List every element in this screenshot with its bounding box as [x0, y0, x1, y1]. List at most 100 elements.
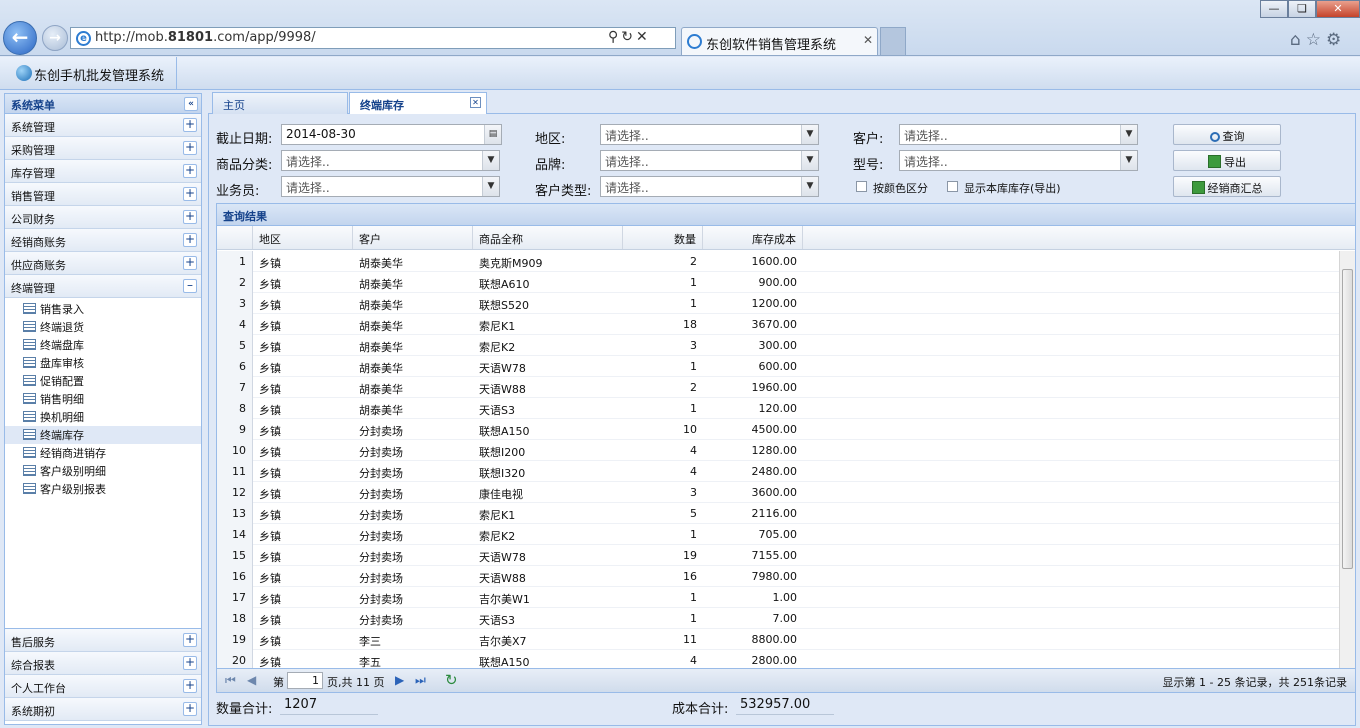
favorites-star-icon[interactable]: ☆ [1306, 30, 1326, 50]
expand-plus-icon[interactable]: + [183, 256, 197, 270]
expand-plus-icon[interactable]: + [183, 633, 197, 647]
column-header[interactable]: 商品全称 [473, 226, 623, 249]
date-field[interactable]: 2014-08-30 ▤ [281, 124, 502, 145]
first-page-icon[interactable]: ⏮ [225, 673, 236, 688]
table-row[interactable]: 19 乡镇 李三 吉尔美X7 11 8800.00 [217, 629, 1341, 650]
sidebar-subitem[interactable]: 盘库审核 [5, 354, 201, 372]
close-window-icon[interactable]: ✕ [1316, 0, 1360, 18]
sidebar-subitem[interactable]: 客户级别明细 [5, 462, 201, 480]
sidebar-subitem[interactable]: 经销商进销存 [5, 444, 201, 462]
table-row[interactable]: 9 乡镇 分封卖场 联想A150 10 4500.00 [217, 419, 1341, 440]
expand-plus-icon[interactable]: + [183, 118, 197, 132]
table-row[interactable]: 3 乡镇 胡泰美华 联想S520 1 1200.00 [217, 293, 1341, 314]
minimize-icon[interactable]: — [1260, 0, 1288, 18]
collapse-sidebar-icon[interactable]: « [184, 97, 198, 111]
scroll-thumb[interactable] [1342, 269, 1353, 569]
query-button[interactable]: 查询 [1173, 124, 1281, 145]
column-header[interactable]: 客户 [353, 226, 473, 249]
vertical-scrollbar[interactable] [1339, 251, 1355, 670]
sidebar-subitem[interactable]: 终端盘库 [5, 336, 201, 354]
table-row[interactable]: 15 乡镇 分封卖场 天语W78 19 7155.00 [217, 545, 1341, 566]
customer-select[interactable]: 请选择.. ▼ [899, 124, 1138, 145]
chevron-down-icon[interactable]: ▼ [801, 125, 818, 144]
table-row[interactable]: 6 乡镇 胡泰美华 天语W78 1 600.00 [217, 356, 1341, 377]
sidebar-group[interactable]: 个人工作台 + [5, 675, 201, 698]
table-row[interactable]: 4 乡镇 胡泰美华 索尼K1 18 3670.00 [217, 314, 1341, 335]
expand-plus-icon[interactable]: + [183, 233, 197, 247]
stop-icon[interactable]: ✕ [636, 29, 651, 45]
table-row[interactable]: 5 乡镇 胡泰美华 索尼K2 3 300.00 [217, 335, 1341, 356]
expand-plus-icon[interactable]: + [183, 679, 197, 693]
column-header[interactable]: 数量 [623, 226, 703, 249]
model-select[interactable]: 请选择.. ▼ [899, 150, 1138, 171]
sidebar-group[interactable]: 库存管理 + [5, 160, 201, 183]
refresh-icon[interactable]: ↻ [621, 29, 636, 45]
table-row[interactable]: 7 乡镇 胡泰美华 天语W88 2 1960.00 [217, 377, 1341, 398]
table-row[interactable]: 18 乡镇 分封卖场 天语S3 1 7.00 [217, 608, 1341, 629]
sidebar-group[interactable]: 售后服务 + [5, 629, 201, 652]
sidebar-subitem[interactable]: 销售录入 [5, 300, 201, 318]
sidebar-group[interactable]: 公司财务 + [5, 206, 201, 229]
home-icon[interactable]: ⌂ [1290, 30, 1306, 50]
customer-type-select[interactable]: 请选择.. ▼ [600, 176, 819, 197]
table-row[interactable]: 2 乡镇 胡泰美华 联想A610 1 900.00 [217, 272, 1341, 293]
table-row[interactable]: 12 乡镇 分封卖场 康佳电视 3 3600.00 [217, 482, 1341, 503]
close-tab-icon[interactable]: ✕ [470, 97, 481, 108]
sidebar-group[interactable]: 综合报表 + [5, 652, 201, 675]
column-header[interactable]: 地区 [253, 226, 353, 249]
close-tab-icon[interactable]: ✕ [863, 33, 873, 47]
column-header[interactable]: 库存成本 [703, 226, 803, 249]
last-page-icon[interactable]: ⏭ [415, 673, 426, 688]
browser-tab-active[interactable]: 东创软件销售管理系统 ✕ [681, 27, 878, 55]
table-row[interactable]: 14 乡镇 分封卖场 索尼K2 1 705.00 [217, 524, 1341, 545]
page-input[interactable]: 1 [287, 672, 323, 689]
prev-page-icon[interactable]: ◀ [247, 673, 256, 687]
brand-select[interactable]: 请选择.. ▼ [600, 150, 819, 171]
chevron-down-icon[interactable]: ▼ [1120, 151, 1137, 170]
tab-terminal-stock[interactable]: 终端库存 ✕ [349, 92, 487, 114]
back-arrow-icon[interactable]: ← [3, 21, 37, 55]
region-select[interactable]: 请选择.. ▼ [600, 124, 819, 145]
sidebar-group-expanded[interactable]: 终端管理 – [5, 275, 201, 298]
chevron-down-icon[interactable]: ▼ [482, 151, 499, 170]
sidebar-subitem-selected[interactable]: 终端库存 [5, 426, 201, 444]
sidebar-group[interactable]: 供应商账务 + [5, 252, 201, 275]
chevron-down-icon[interactable]: ▼ [801, 151, 818, 170]
salesman-select[interactable]: 请选择.. ▼ [281, 176, 500, 197]
address-controls[interactable]: ⚲↻✕ [608, 29, 651, 45]
color-checkbox[interactable] [856, 181, 867, 192]
expand-plus-icon[interactable]: + [183, 210, 197, 224]
calendar-icon[interactable]: ▤ [484, 125, 501, 144]
table-row[interactable]: 8 乡镇 胡泰美华 天语S3 1 120.00 [217, 398, 1341, 419]
settings-gear-icon[interactable]: ⚙ [1326, 30, 1346, 50]
sidebar-group[interactable]: 销售管理 + [5, 183, 201, 206]
table-row[interactable]: 11 乡镇 分封卖场 联想I320 4 2480.00 [217, 461, 1341, 482]
sidebar-group[interactable]: 系统管理 + [5, 114, 201, 137]
expand-plus-icon[interactable]: + [183, 187, 197, 201]
sidebar-subitem[interactable]: 销售明细 [5, 390, 201, 408]
sidebar-group[interactable]: 系统期初 + [5, 698, 201, 721]
sidebar-subitem[interactable]: 促销配置 [5, 372, 201, 390]
search-icon[interactable]: ⚲ [608, 29, 621, 45]
maximize-icon[interactable]: ❏ [1288, 0, 1316, 18]
sidebar-group[interactable]: 采购管理 + [5, 137, 201, 160]
table-row[interactable]: 20 乡镇 李五 联想A150 4 2800.00 [217, 650, 1341, 670]
tab-home[interactable]: 主页 [212, 92, 348, 114]
expand-plus-icon[interactable]: + [183, 702, 197, 716]
table-row[interactable]: 1 乡镇 胡泰美华 奥克斯M909 2 1600.00 [217, 251, 1341, 272]
table-row[interactable]: 13 乡镇 分封卖场 索尼K1 5 2116.00 [217, 503, 1341, 524]
forward-arrow-icon[interactable]: → [42, 25, 68, 51]
next-page-icon[interactable]: ▶ [395, 673, 404, 687]
address-bar[interactable]: e http://mob.81801.com/app/9998/ [70, 27, 676, 49]
table-row[interactable]: 17 乡镇 分封卖场 吉尔美W1 1 1.00 [217, 587, 1341, 608]
chevron-down-icon[interactable]: ▼ [801, 177, 818, 196]
sidebar-group[interactable]: 经销商账务 + [5, 229, 201, 252]
expand-plus-icon[interactable]: + [183, 656, 197, 670]
new-tab-button[interactable] [880, 27, 906, 55]
table-row[interactable]: 10 乡镇 分封卖场 联想I200 4 1280.00 [217, 440, 1341, 461]
sidebar-subitem[interactable]: 换机明细 [5, 408, 201, 426]
expand-plus-icon[interactable]: + [183, 141, 197, 155]
collapse-minus-icon[interactable]: – [183, 279, 197, 293]
sidebar-subitem[interactable]: 客户级别报表 [5, 480, 201, 498]
chevron-down-icon[interactable]: ▼ [482, 177, 499, 196]
